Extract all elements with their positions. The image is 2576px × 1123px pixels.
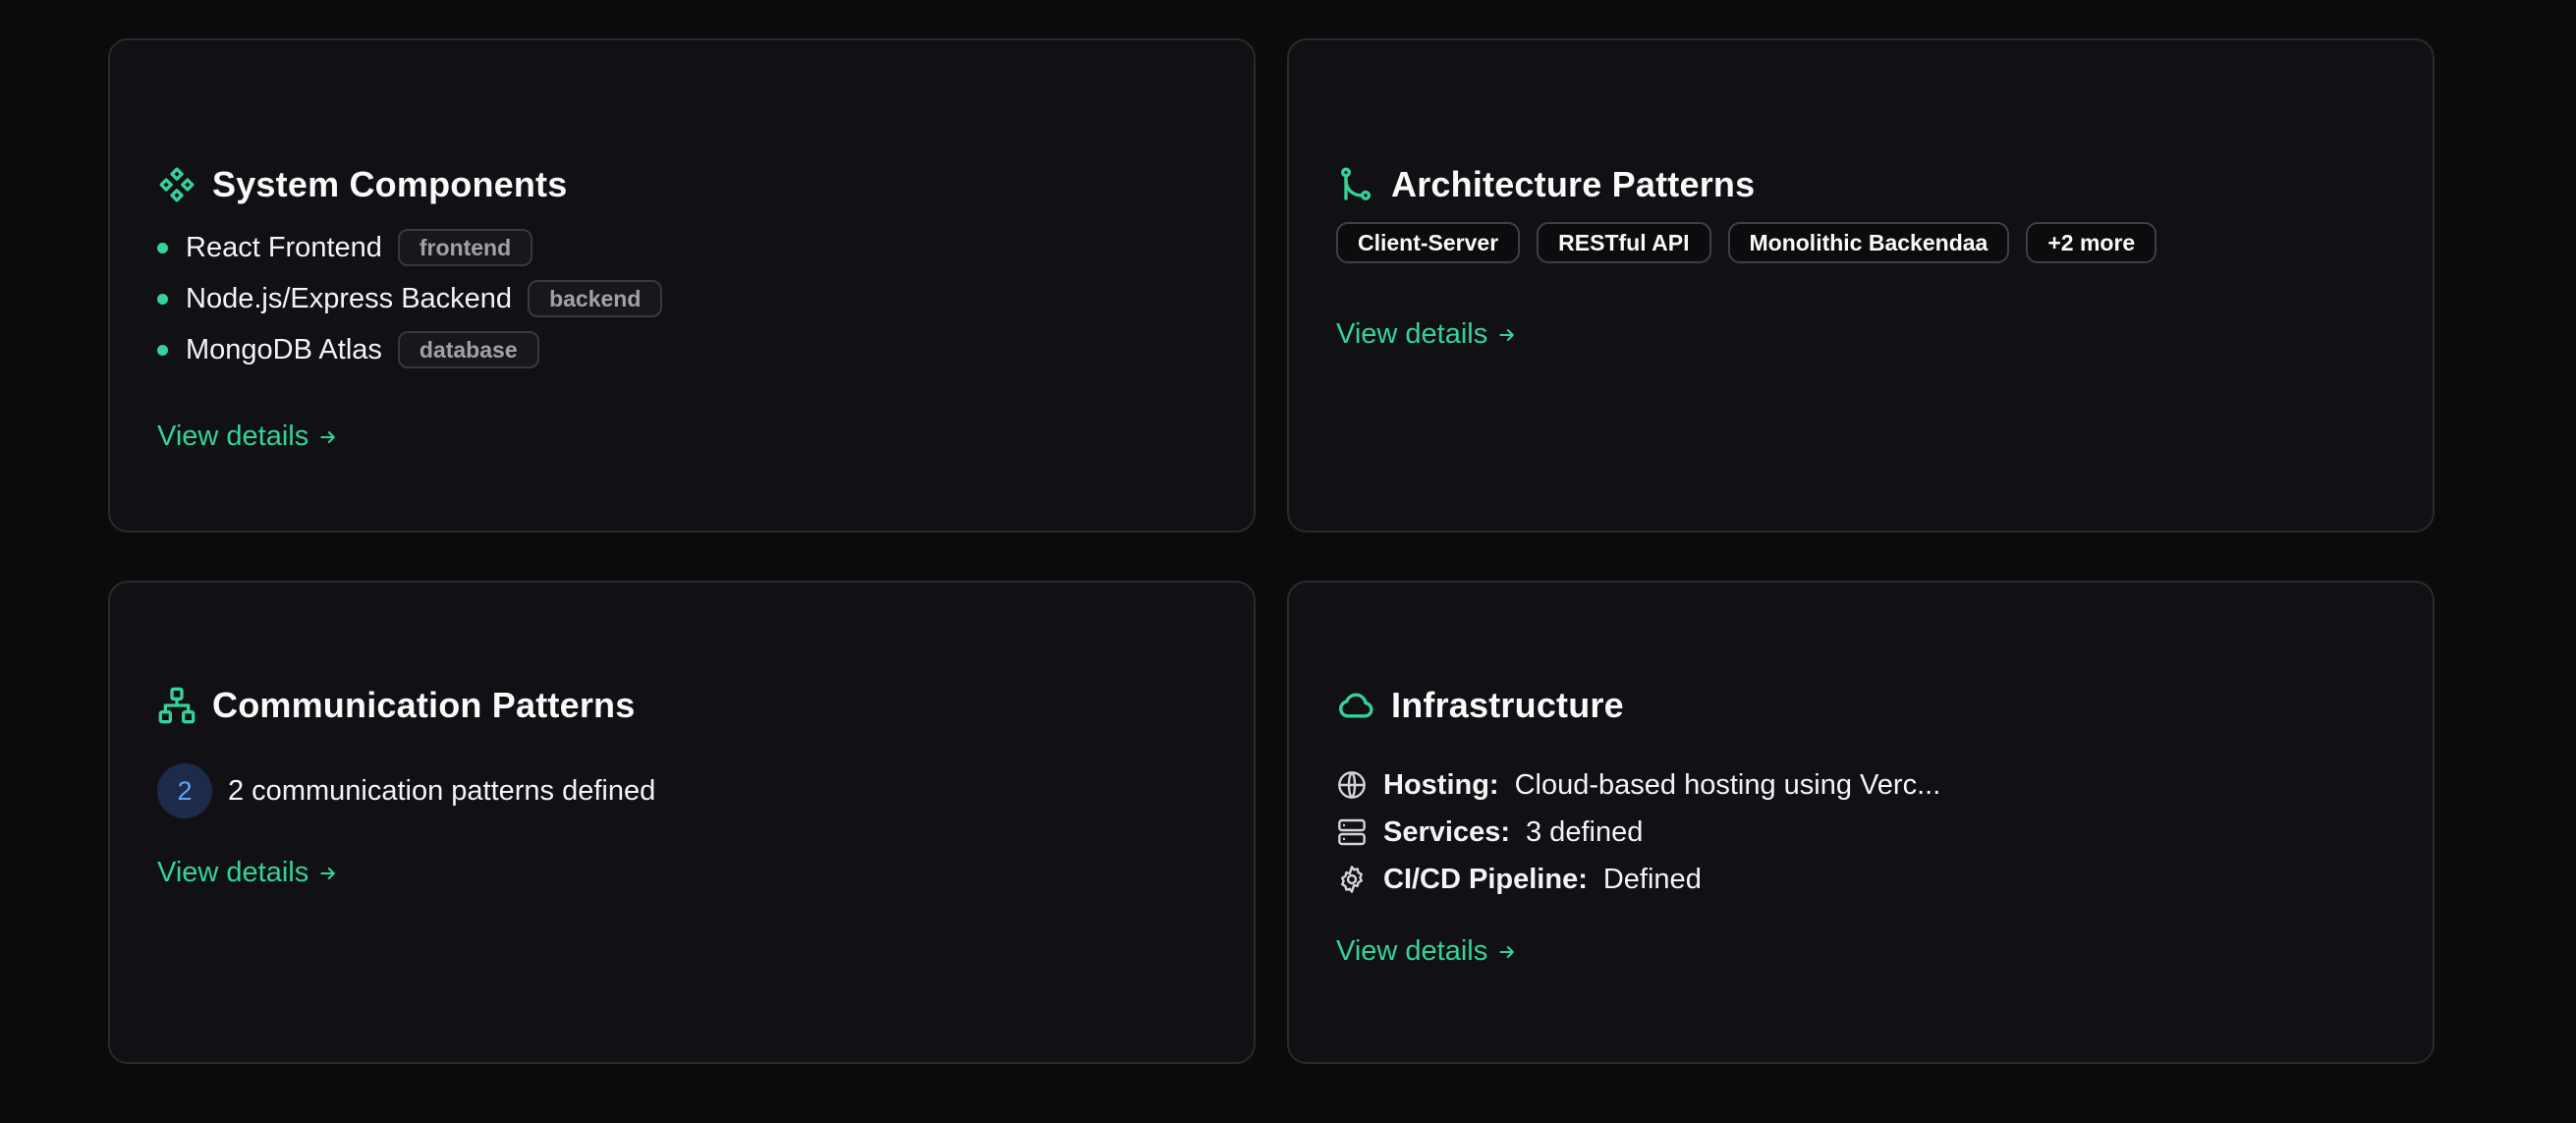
view-details-link[interactable]: View details [1336, 935, 1517, 968]
view-details-label: View details [157, 421, 309, 452]
infrastructure-title: Infrastructure [1336, 685, 1624, 726]
card-title-text: System Components [212, 164, 568, 204]
list-item: MongoDB Atlas database [157, 324, 662, 375]
component-list: React Frontend frontend Node.js/Express … [157, 222, 663, 375]
infra-value: 3 defined [1526, 815, 1644, 848]
view-details-link[interactable]: View details [157, 421, 338, 453]
infra-label: CI/CD Pipeline: [1383, 863, 1588, 895]
arrow-right-icon [320, 430, 336, 443]
bullet-dot [157, 293, 168, 305]
pattern-pill: RESTful API [1537, 222, 1711, 263]
list-item: React Frontend frontend [157, 222, 662, 273]
arrow-right-icon [320, 867, 336, 879]
infrastructure-list: Hosting: Cloud-based hosting using Verc.… [1336, 761, 1940, 903]
component-tag: frontend [397, 229, 533, 266]
component-tag: backend [528, 280, 663, 317]
network-icon [157, 686, 196, 725]
view-details-label: View details [1336, 935, 1488, 967]
infrastructure-card: Infrastructure Hosting: Cloud-based host… [1287, 581, 2435, 1064]
arrow-right-icon [1499, 945, 1515, 958]
pattern-pill-row: Client-Server RESTful API Monolithic Bac… [1336, 222, 2173, 263]
component-tag: database [397, 331, 539, 368]
globe-icon [1336, 769, 1368, 801]
system-components-card: System Components React Frontend fronten… [108, 38, 1256, 533]
infra-label: Hosting: [1383, 768, 1499, 801]
git-branch-icon [1336, 165, 1375, 204]
components-icon [157, 165, 196, 204]
infra-value: Defined [1602, 863, 1702, 895]
component-name: MongoDB Atlas [186, 333, 382, 365]
communication-summary: 2 communication patterns defined [228, 774, 656, 807]
architecture-patterns-title: Architecture Patterns [1336, 164, 1755, 205]
communication-patterns-card: Communication Patterns 2 2 communication… [108, 581, 1256, 1064]
bullet-dot [157, 344, 168, 356]
server-icon [1336, 816, 1368, 848]
infra-row-services: Services: 3 defined [1336, 809, 1940, 856]
card-title-text: Communication Patterns [212, 685, 636, 725]
communication-patterns-title: Communication Patterns [157, 685, 635, 726]
view-details-label: View details [157, 857, 309, 888]
view-details-link[interactable]: View details [157, 857, 338, 889]
bullet-dot [157, 242, 168, 253]
infra-label: Services: [1383, 815, 1510, 848]
communication-count-row: 2 2 communication patterns defined [157, 763, 655, 818]
pattern-pill: Client-Server [1336, 222, 1521, 263]
component-name: React Frontend [186, 231, 382, 263]
infra-value: Cloud-based hosting using Verc... [1514, 768, 1941, 801]
view-details-link[interactable]: View details [1336, 318, 1517, 351]
pattern-pill: Monolithic Backendaa [1727, 222, 2010, 263]
infra-row-hosting: Hosting: Cloud-based hosting using Verc.… [1336, 761, 1940, 809]
system-components-title: System Components [157, 164, 567, 205]
count-badge: 2 [157, 763, 212, 818]
gear-icon [1336, 864, 1368, 895]
arrow-right-icon [1499, 328, 1515, 341]
view-details-label: View details [1336, 318, 1488, 350]
more-patterns-pill[interactable]: +2 more [2026, 222, 2157, 263]
architecture-patterns-card: Architecture Patterns Client-Server REST… [1287, 38, 2435, 533]
list-item: Node.js/Express Backend backend [157, 273, 663, 324]
card-title-text: Architecture Patterns [1391, 164, 1756, 204]
cloud-icon [1336, 686, 1375, 725]
card-title-text: Infrastructure [1391, 685, 1624, 725]
infra-row-cicd: CI/CD Pipeline: Defined [1336, 856, 1940, 903]
component-name: Node.js/Express Backend [186, 282, 513, 314]
